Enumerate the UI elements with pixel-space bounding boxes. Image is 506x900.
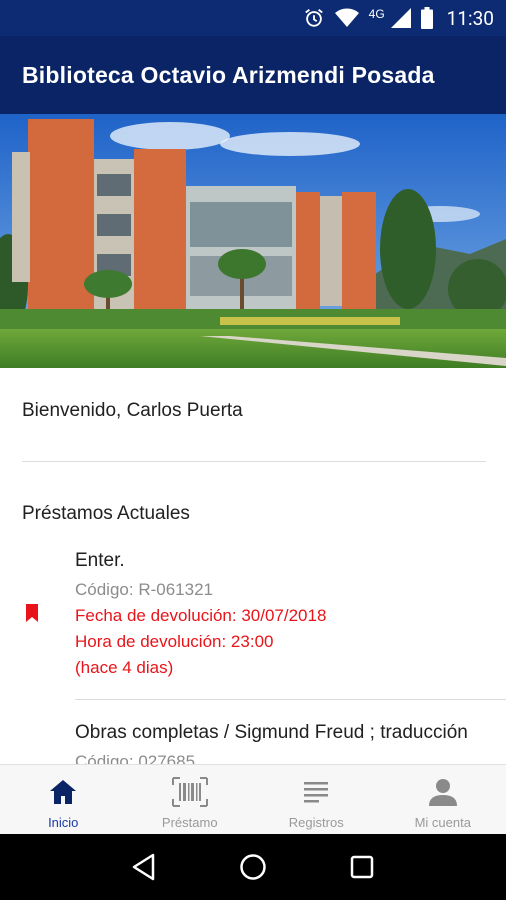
section-title: Préstamos Actuales — [22, 503, 190, 524]
divider — [22, 461, 486, 462]
back-button[interactable] — [124, 847, 164, 887]
nav-item-inicio[interactable]: Inicio — [0, 765, 127, 834]
loan-overdue-note: (hace 4 dias) — [75, 658, 174, 677]
person-icon — [428, 775, 458, 809]
nav-item-prestamo[interactable]: Préstamo — [127, 765, 254, 834]
bookmark-icon — [26, 604, 38, 622]
loan-code: Código: 027685 — [75, 752, 196, 764]
back-triangle-icon — [133, 853, 155, 881]
home-icon — [48, 775, 78, 809]
main-content: Bienvenido, Carlos Puerta Préstamos Actu… — [0, 368, 506, 764]
hero-image — [0, 114, 506, 368]
loan-title: Obras completas / Sigmund Freud ; traduc… — [75, 722, 468, 743]
nav-label: Préstamo — [161, 815, 218, 830]
alarm-icon — [303, 7, 325, 29]
app-title: Biblioteca Octavio Arizmendi Posada — [22, 61, 435, 88]
welcome-message: Bienvenido, Carlos Puerta — [22, 400, 243, 421]
loan-divider — [75, 699, 506, 700]
home-circle-icon — [240, 854, 266, 880]
list-icon — [302, 775, 330, 809]
nav-label: Mi cuenta — [414, 815, 471, 830]
loan-item[interactable]: Obras completas / Sigmund Freud ; traduc… — [0, 715, 506, 764]
system-navigation-bar — [0, 834, 506, 900]
nav-item-registros[interactable]: Registros — [253, 765, 380, 834]
loan-item[interactable]: Enter. Código: R-061321 Fecha de devoluc… — [0, 543, 506, 703]
loan-due-date: Fecha de devolución: 30/07/2018 — [75, 606, 327, 625]
bottom-navigation: Inicio Préstamo Registros Mi cuenta — [0, 764, 506, 834]
barcode-icon — [171, 775, 208, 809]
nav-label: Inicio — [48, 815, 79, 830]
recents-square-icon — [350, 855, 373, 879]
wifi-icon — [334, 8, 359, 28]
status-bar: 4G 11:30 — [0, 0, 506, 36]
loan-code: Código: R-061321 — [75, 580, 213, 599]
app-bar: Biblioteca Octavio Arizmendi Posada — [0, 36, 506, 114]
loan-due-time: Hora de devolución: 23:00 — [75, 632, 274, 651]
loan-title: Enter. — [75, 550, 125, 571]
recents-button[interactable] — [342, 847, 382, 887]
home-button[interactable] — [233, 847, 273, 887]
battery-icon — [420, 7, 433, 29]
clock: 11:30 — [446, 6, 494, 30]
nav-label: Registros — [288, 815, 344, 830]
network-type: 4G — [368, 7, 385, 21]
nav-item-mi-cuenta[interactable]: Mi cuenta — [380, 765, 506, 834]
signal-icon — [390, 8, 411, 28]
